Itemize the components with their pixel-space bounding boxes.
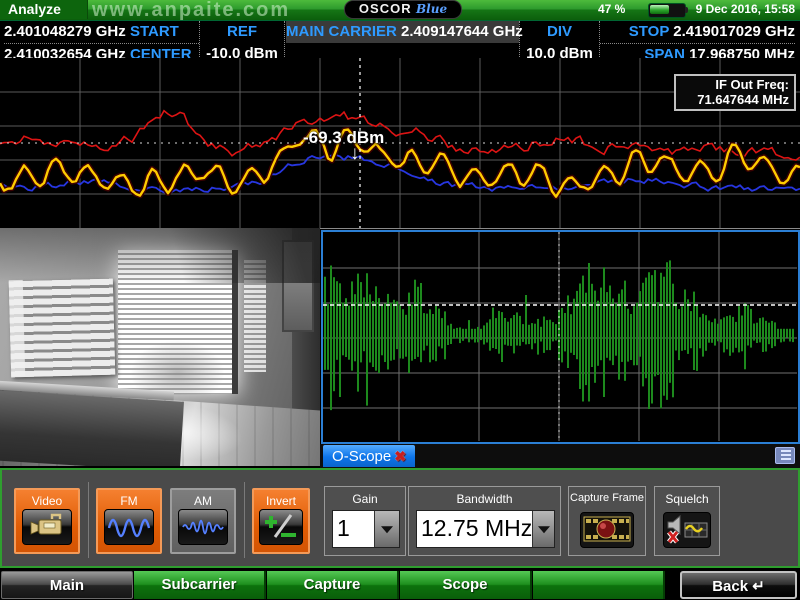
main-carrier-value: 2.409147644 GHz [401, 23, 523, 40]
return-arrow-icon: ↵ [752, 578, 765, 595]
video-button-label: Video [16, 494, 78, 508]
start-frequency: 2.401048279 GHz [4, 23, 126, 40]
top-status-bar: Analyze www.anpaite.com OSCOR Blue 47 % … [0, 0, 800, 21]
ref-label: REF [200, 21, 284, 43]
datetime-display: 9 Dec 2016, 15:58 [696, 2, 795, 16]
nav-tab-subcarrier[interactable]: Subcarrier [134, 571, 266, 599]
if-out-frequency-box: IF Out Freq: 71.647644 MHz [674, 74, 796, 111]
scope-list-icon[interactable] [775, 447, 795, 464]
demodulated-video-feed [0, 228, 320, 466]
video-poster-margin [9, 280, 26, 376]
oscope-tab[interactable]: O-Scope✖ [323, 445, 415, 467]
gain-combobox[interactable]: 1 [332, 510, 400, 548]
invert-button[interactable]: Invert [252, 488, 310, 554]
main-carrier-label: MAIN CARRIER [286, 23, 397, 40]
oscope-tab-label: O-Scope [332, 448, 391, 465]
video-mode-button[interactable]: Video [14, 488, 80, 554]
fm-wave-icon [104, 509, 154, 545]
nav-tab-blank [533, 571, 665, 599]
oscilloscope-display [321, 230, 800, 444]
back-button[interactable]: Back ↵ [680, 571, 797, 599]
nav-tab-main[interactable]: Main [1, 571, 133, 599]
oscope-close-icon[interactable]: ✖ [394, 448, 406, 464]
invert-button-label: Invert [254, 494, 308, 508]
capture-frame-label: Capture Frame [569, 492, 645, 504]
bandwidth-combobox[interactable]: 12.75 MHz [416, 510, 555, 548]
squelch-icon [663, 512, 711, 548]
start-label: START [130, 23, 179, 40]
gain-control: Gain 1 [324, 486, 406, 556]
nav-tab-scope[interactable]: Scope [400, 571, 532, 599]
back-button-label: Back [712, 578, 748, 595]
nav-tab-capture[interactable]: Capture [267, 571, 399, 599]
squelch-label: Squelch [655, 492, 719, 506]
squelch-button[interactable]: Squelch [654, 486, 720, 556]
bandwidth-label: Bandwidth [409, 492, 560, 506]
am-wave-icon [178, 509, 228, 545]
watermark-text: www.anpaite.com [92, 0, 342, 20]
gain-value: 1 [333, 511, 374, 547]
gain-label: Gain [325, 492, 405, 506]
marker-arrow-icon: ↓ [350, 143, 360, 165]
analyze-menu[interactable]: Analyze [0, 0, 88, 19]
video-camera-icon [22, 509, 72, 545]
bandwidth-control: Bandwidth 12.75 MHz [408, 486, 561, 556]
fm-demod-button[interactable]: FM [96, 488, 162, 554]
bottom-nav-bar: Main Subcarrier Capture Scope Back ↵ [0, 570, 800, 600]
oscor-logo: OSCOR Blue [344, 0, 462, 19]
bandwidth-value: 12.75 MHz [417, 511, 532, 547]
video-plant-silhouette [130, 340, 225, 395]
oscope-trace [323, 232, 797, 441]
marker-level-label: -69.3 dBm [303, 128, 384, 148]
stop-value: 2.419017029 GHz [673, 23, 795, 40]
div-label: DIV [520, 21, 599, 43]
fm-button-label: FM [98, 494, 160, 508]
am-button-label: AM [172, 494, 234, 508]
logo-text: OSCOR [359, 1, 412, 16]
bandwidth-dropdown-arrow-icon[interactable] [532, 511, 554, 547]
if-out-label: IF Out Freq: [681, 77, 789, 92]
gain-dropdown-arrow-icon[interactable] [374, 511, 399, 547]
scope-tab-bar: O-Scope✖ [320, 444, 800, 468]
am-demod-button[interactable]: AM [170, 488, 236, 554]
stop-label: STOP [629, 23, 669, 40]
oscor-analyzer-screen: Analyze www.anpaite.com OSCOR Blue 47 % … [0, 0, 800, 600]
if-out-value: 71.647644 MHz [681, 92, 789, 107]
video-ceiling-shadow [0, 228, 320, 283]
battery-percentage: 47 % [598, 2, 625, 16]
capture-frame-button[interactable]: Capture Frame [568, 486, 646, 556]
capture-frame-icon [580, 512, 634, 548]
battery-icon [648, 3, 686, 18]
invert-icon [259, 509, 303, 545]
video-desk-front [0, 390, 184, 466]
demodulation-control-panel: Video FM AM [0, 468, 800, 568]
panel-separator [88, 482, 89, 558]
logo-subtext: Blue [416, 2, 447, 16]
panel-separator [244, 482, 245, 558]
